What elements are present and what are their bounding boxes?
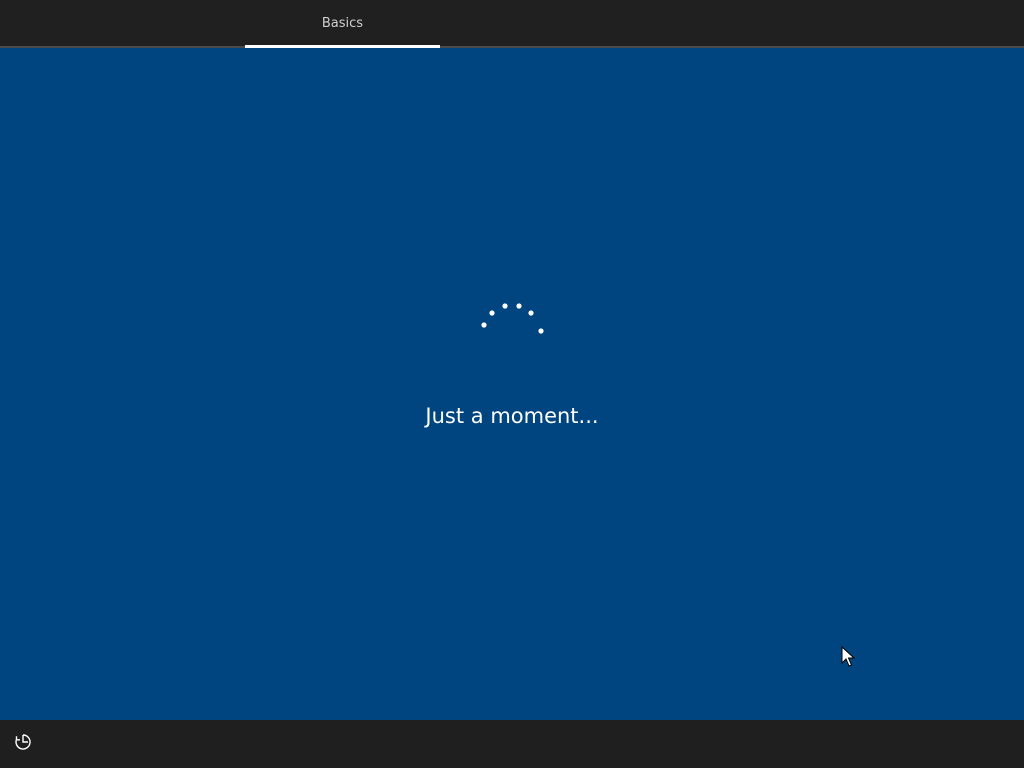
oobe-screen: Basics Just a moment...: [0, 0, 1024, 768]
top-navigation-bar: Basics: [0, 0, 1024, 48]
active-tab-indicator: [245, 45, 440, 48]
status-message: Just a moment...: [425, 404, 599, 428]
mouse-pointer-icon: [841, 645, 856, 668]
loading-dots-icon: [472, 295, 552, 345]
tab-basics-label: Basics: [321, 15, 364, 31]
bottom-bar: [0, 720, 1024, 768]
ease-of-access-icon: [14, 733, 32, 755]
tab-basics: Basics: [245, 0, 440, 46]
ease-of-access-button[interactable]: [10, 731, 36, 757]
